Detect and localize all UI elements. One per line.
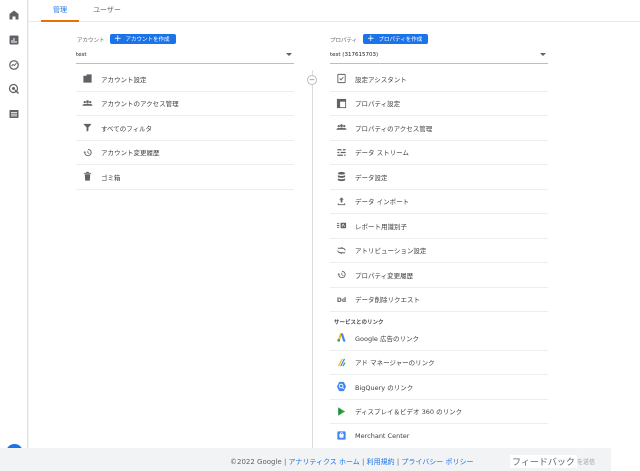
bigquery-links-item[interactable]: BigQuery のリンク <box>330 375 548 400</box>
trash-icon <box>81 171 93 183</box>
reporting-identity-item[interactable]: レポート用識別子 <box>330 214 548 239</box>
dropdown-caret-icon <box>540 53 546 56</box>
account-settings-item[interactable]: アカウント設定 <box>76 67 294 92</box>
data-import-label: データ インポート <box>355 198 410 207</box>
create-account-button[interactable]: + アカウントを作成 <box>110 34 176 44</box>
bigquery-links-label: BigQuery のリンク <box>355 383 414 392</box>
google-ads-links-item[interactable]: Google 広告のリンク <box>330 326 548 351</box>
history-icon <box>335 269 347 281</box>
plus-icon: + <box>114 34 122 44</box>
account-access-management-label: アカウントのアクセス管理 <box>101 100 179 109</box>
data-streams-item[interactable]: データ ストリーム <box>330 141 548 165</box>
footer-links-row: ©2022 Google | アナリティクス ホーム | 利用規約 | プライバ… <box>230 457 474 467</box>
dropdown-caret-icon <box>286 53 292 56</box>
report-id-icon <box>335 220 347 232</box>
data-settings-label: データ設定 <box>355 173 388 182</box>
data-streams-label: データ ストリーム <box>355 149 409 158</box>
upload-icon <box>335 195 347 207</box>
reports-icon[interactable] <box>7 33 21 47</box>
terms-link[interactable]: 利用規約 <box>367 458 395 466</box>
property-selector[interactable]: test (317615703) <box>330 50 548 64</box>
property-access-management-label: プロパティのアクセス管理 <box>355 124 433 133</box>
privacy-policy-link[interactable]: プライバシー ポリシー <box>401 458 473 466</box>
product-links-heading: サービスとのリンク <box>334 320 384 326</box>
account-selector[interactable]: test <box>76 50 294 64</box>
all-filters-label: すべてのフィルタ <box>101 124 153 133</box>
ad-manager-links-label: アド マネージャーのリンク <box>355 359 435 368</box>
plus-icon: + <box>367 34 375 44</box>
footer-separator: | <box>281 458 289 466</box>
merchant-center-links-label: Merchant Center <box>355 431 410 440</box>
people-icon <box>335 122 347 134</box>
analytics-home-link[interactable]: アナリティクス ホーム <box>289 458 360 466</box>
trash-label: ゴミ箱 <box>101 173 121 182</box>
account-access-management-item[interactable]: アカウントのアクセス管理 <box>76 92 294 116</box>
footer-separator: | <box>359 458 367 466</box>
google-ads-icon <box>335 332 347 344</box>
people-icon <box>81 97 93 109</box>
attribution-settings-item[interactable]: アトリビューション設定 <box>330 239 548 263</box>
admin-tabs: 管理 ユーザー <box>29 0 640 22</box>
column-divider <box>312 70 313 450</box>
tab-admin[interactable]: 管理 <box>41 0 79 22</box>
attribution-settings-label: アトリビューション設定 <box>355 247 427 256</box>
create-property-button[interactable]: + プロパティを作成 <box>363 34 429 44</box>
checklist-icon <box>335 73 347 85</box>
setup-assistant-label: 設定アシスタント <box>355 75 407 84</box>
data-streams-icon <box>335 146 347 158</box>
display-video-360-links-item[interactable]: ディスプレイ＆ビデオ 360 のリンク <box>330 400 548 424</box>
account-change-history-label: アカウント変更履歴 <box>101 149 160 158</box>
property-change-history-item[interactable]: プロパティ変更履歴 <box>330 263 548 288</box>
property-change-history-label: プロパティ変更履歴 <box>355 271 414 280</box>
property-settings-label: プロパティ設定 <box>355 100 401 109</box>
property-access-management-item[interactable]: プロパティのアクセス管理 <box>330 116 548 141</box>
feedback-send-text: を送信 <box>577 459 596 466</box>
google-ads-links-label: Google 広告のリンク <box>355 334 419 343</box>
display-video-360-links-label: ディスプレイ＆ビデオ 360 のリンク <box>355 408 463 417</box>
data-deletion-requests-label: データ削除リクエスト <box>355 296 420 305</box>
history-icon <box>81 146 93 158</box>
property-settings-icon <box>335 97 347 109</box>
advertising-icon[interactable] <box>7 82 21 96</box>
account-selector-value: test <box>76 52 87 58</box>
data-settings-item[interactable]: データ設定 <box>330 165 548 190</box>
account-column-label: アカウント <box>77 38 105 44</box>
property-selector-value: test (317615703) <box>330 52 379 58</box>
property-settings-item[interactable]: プロパティ設定 <box>330 92 548 116</box>
explore-icon[interactable] <box>7 58 21 72</box>
account-settings-label: アカウント設定 <box>101 75 147 84</box>
home-icon[interactable] <box>7 8 21 22</box>
left-nav-rail <box>0 0 28 471</box>
building-icon <box>81 73 93 85</box>
bigquery-icon <box>335 381 347 393</box>
ad-manager-links-item[interactable]: アド マネージャーのリンク <box>330 351 548 375</box>
tab-users[interactable]: ユーザー <box>85 0 129 22</box>
database-icon <box>335 171 347 183</box>
setup-assistant-item[interactable]: 設定アシスタント <box>330 67 548 92</box>
filter-icon <box>81 122 93 134</box>
data-deletion-requests-item[interactable]: Dd データ削除リクエスト <box>330 288 548 312</box>
attribution-icon <box>335 244 347 256</box>
display-video-icon <box>335 405 347 417</box>
account-change-history-item[interactable]: アカウント変更履歴 <box>76 141 294 165</box>
ad-manager-icon <box>335 356 347 368</box>
merchant-center-icon <box>335 430 347 442</box>
property-column-label: プロパティ <box>330 38 358 44</box>
data-deletion-icon: Dd <box>335 293 347 305</box>
create-property-label: プロパティを作成 <box>378 37 423 43</box>
feedback-button[interactable]: フィードバック <box>510 455 577 468</box>
trash-item[interactable]: ゴミ箱 <box>76 165 294 190</box>
configure-icon[interactable] <box>7 107 21 121</box>
collapse-column-button[interactable]: − <box>307 75 317 85</box>
data-import-item[interactable]: データ インポート <box>330 190 548 214</box>
merchant-center-links-item[interactable]: Merchant Center <box>330 424 548 449</box>
svg-text:Dd: Dd <box>336 297 345 304</box>
copyright-text: ©2022 Google <box>230 458 282 466</box>
reporting-identity-label: レポート用識別子 <box>355 222 407 231</box>
all-filters-item[interactable]: すべてのフィルタ <box>76 116 294 141</box>
create-account-label: アカウントを作成 <box>125 37 170 43</box>
